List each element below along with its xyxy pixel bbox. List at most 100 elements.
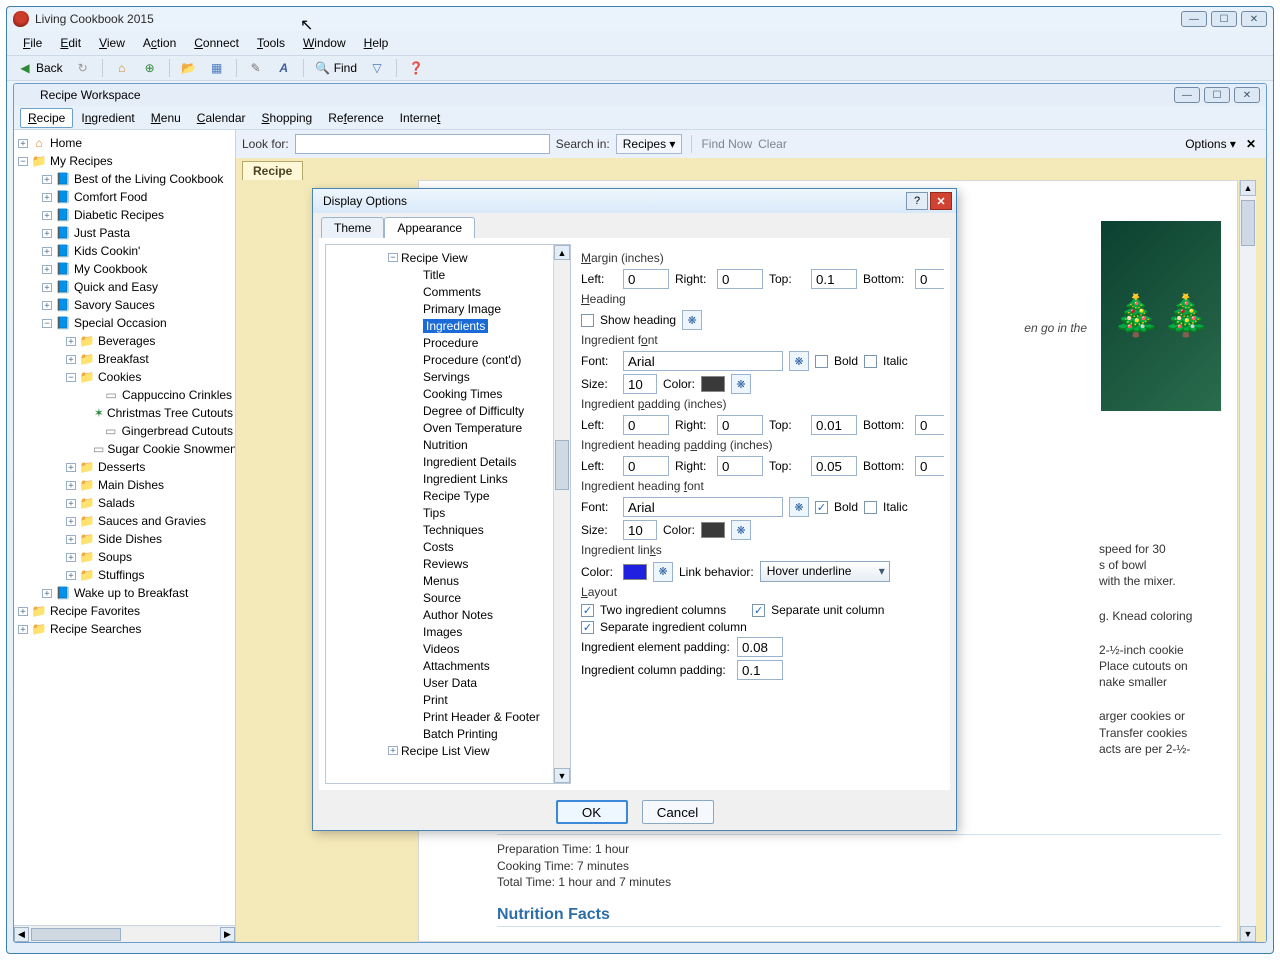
elem-pad-input[interactable] — [737, 637, 783, 657]
ws-menu-internet[interactable]: Internet — [392, 108, 449, 128]
dialog-tree-item[interactable]: Images — [328, 623, 551, 640]
filter-button[interactable]: ▽ — [365, 58, 389, 78]
dialog-tree[interactable]: −Recipe View TitleCommentsPrimary ImageI… — [326, 245, 553, 783]
inghpad-bottom[interactable] — [915, 456, 944, 476]
tab-appearance[interactable]: Appearance — [384, 217, 475, 238]
dialog-tree-item[interactable]: Attachments — [328, 657, 551, 674]
dialog-tree-item[interactable]: Title — [328, 266, 551, 283]
dialog-tree-item[interactable]: Tips — [328, 504, 551, 521]
dialog-tree-item[interactable]: Procedure — [328, 334, 551, 351]
ws-minimize-button[interactable]: — — [1174, 87, 1200, 103]
ing-italic-checkbox[interactable] — [864, 355, 877, 368]
menu-tools[interactable]: Tools — [249, 33, 293, 53]
sep-unit-checkbox[interactable] — [752, 604, 765, 617]
back-button[interactable]: ◀Back — [13, 58, 67, 78]
ws-menu-calendar[interactable]: Calendar — [189, 108, 254, 128]
heading-settings-icon[interactable]: ❋ — [682, 310, 702, 330]
dialog-tree-item[interactable]: Source — [328, 589, 551, 606]
col-pad-input[interactable] — [737, 660, 783, 680]
look-for-input[interactable] — [295, 134, 550, 154]
link-behavior-dropdown[interactable]: Hover underline — [760, 561, 890, 582]
tree-recipe-item[interactable]: ✶Christmas Tree Cutouts — [16, 404, 233, 422]
dialog-tree-item[interactable]: Recipe Type — [328, 487, 551, 504]
dialog-tree-item[interactable]: Procedure (cont'd) — [328, 351, 551, 368]
close-button[interactable]: ✕ — [1241, 11, 1267, 27]
show-heading-checkbox[interactable] — [581, 314, 594, 327]
forward-button[interactable]: ↻ — [71, 58, 95, 78]
tree-folder-item[interactable]: +📁Breakfast — [16, 350, 233, 368]
tree-horizontal-scrollbar[interactable]: ◀▶ — [14, 925, 235, 942]
dialog-tree-item[interactable]: Print — [328, 691, 551, 708]
search-in-dropdown[interactable]: Recipes ▾ — [616, 134, 683, 154]
dialog-tree-item[interactable]: Primary Image — [328, 300, 551, 317]
tree-folder-item[interactable]: +📁Side Dishes — [16, 530, 233, 548]
ws-close-button[interactable]: ✕ — [1234, 87, 1260, 103]
tree-book-item[interactable]: +📘Best of the Living Cookbook — [16, 170, 233, 188]
ing-font-input[interactable] — [623, 351, 783, 371]
tree-folder-item[interactable]: +📁Sauces and Gravies — [16, 512, 233, 530]
ingpad-left[interactable] — [623, 415, 669, 435]
find-now-button[interactable]: Find Now — [701, 137, 752, 151]
edit-button[interactable]: ✎ — [244, 58, 268, 78]
open-button[interactable]: 📂 — [177, 58, 201, 78]
dialog-tree-item[interactable]: Reviews — [328, 555, 551, 572]
add-button[interactable]: ⊕ — [138, 58, 162, 78]
tab-theme[interactable]: Theme — [321, 217, 384, 238]
inghpad-left[interactable] — [623, 456, 669, 476]
inghpad-right[interactable] — [717, 456, 763, 476]
menu-help[interactable]: Help — [356, 33, 397, 53]
menu-edit[interactable]: Edit — [52, 33, 89, 53]
ws-menu-ingredient[interactable]: Ingredient — [73, 108, 142, 128]
minimize-button[interactable]: — — [1181, 11, 1207, 27]
menu-view[interactable]: View — [91, 33, 133, 53]
menu-action[interactable]: Action — [135, 33, 184, 53]
ws-menu-reference[interactable]: Reference — [320, 108, 391, 128]
ws-menu-shopping[interactable]: Shopping — [254, 108, 321, 128]
inghead-color-swatch[interactable] — [701, 522, 725, 538]
tree-book-item[interactable]: +📘Savory Sauces — [16, 296, 233, 314]
menu-connect[interactable]: Connect — [186, 33, 247, 53]
tree-recipe-item[interactable]: ▭Gingerbread Cutouts — [16, 422, 233, 440]
tree-folder-item[interactable]: +📁Soups — [16, 548, 233, 566]
ws-menu-recipe[interactable]: Recipe — [20, 108, 73, 128]
cancel-button[interactable]: Cancel — [642, 800, 714, 824]
tree-book-item[interactable]: +📘Kids Cookin' — [16, 242, 233, 260]
dialog-tree-item[interactable]: Ingredient Links — [328, 470, 551, 487]
tree-recipe-item[interactable]: ▭Cappuccino Crinkles — [16, 386, 233, 404]
dialog-tree-item[interactable]: Servings — [328, 368, 551, 385]
tree-folder-item[interactable]: +📁Stuffings — [16, 566, 233, 584]
document-scrollbar[interactable]: ▲▼ — [1239, 180, 1256, 942]
maximize-button[interactable]: ☐ — [1211, 11, 1237, 27]
ing-bold-checkbox[interactable] — [815, 355, 828, 368]
link-color-swatch[interactable] — [623, 564, 647, 580]
dialog-tree-item[interactable]: Costs — [328, 538, 551, 555]
navigation-tree[interactable]: +⌂Home −📁My Recipes +📘Best of the Living… — [14, 130, 235, 925]
ing-font-color-swatch[interactable] — [701, 376, 725, 392]
home-button[interactable]: ⌂ — [110, 58, 134, 78]
tree-book-item[interactable]: +📘Quick and Easy — [16, 278, 233, 296]
dialog-close-button[interactable]: ✕ — [930, 192, 952, 210]
ok-button[interactable]: OK — [556, 800, 628, 824]
menu-file[interactable]: File — [15, 33, 50, 53]
inghead-size-input[interactable] — [623, 520, 657, 540]
dialog-tree-item[interactable]: Techniques — [328, 521, 551, 538]
dialog-tree-item[interactable]: Oven Temperature — [328, 419, 551, 436]
dialog-tree-item[interactable]: Nutrition — [328, 436, 551, 453]
tree-folder-item[interactable]: +📁Main Dishes — [16, 476, 233, 494]
recipe-tab[interactable]: Recipe — [242, 161, 303, 180]
dialog-tree-item[interactable]: Print Header & Footer — [328, 708, 551, 725]
dialog-tree-item[interactable]: Cooking Times — [328, 385, 551, 402]
margin-right-input[interactable] — [717, 269, 763, 289]
dialog-tree-item[interactable]: Ingredients — [328, 317, 551, 334]
ws-maximize-button[interactable]: ☐ — [1204, 87, 1230, 103]
inghead-italic-checkbox[interactable] — [864, 501, 877, 514]
ingpad-bottom[interactable] — [915, 415, 944, 435]
help-button[interactable]: ❓ — [404, 58, 428, 78]
ing-color-picker-icon[interactable]: ❋ — [731, 374, 751, 394]
dialog-tree-item[interactable]: Ingredient Details — [328, 453, 551, 470]
find-button[interactable]: 🔍Find — [311, 58, 361, 78]
dialog-tree-item[interactable]: Comments — [328, 283, 551, 300]
dialog-tree-item[interactable]: User Data — [328, 674, 551, 691]
ingpad-right[interactable] — [717, 415, 763, 435]
inghpad-top[interactable] — [811, 456, 857, 476]
